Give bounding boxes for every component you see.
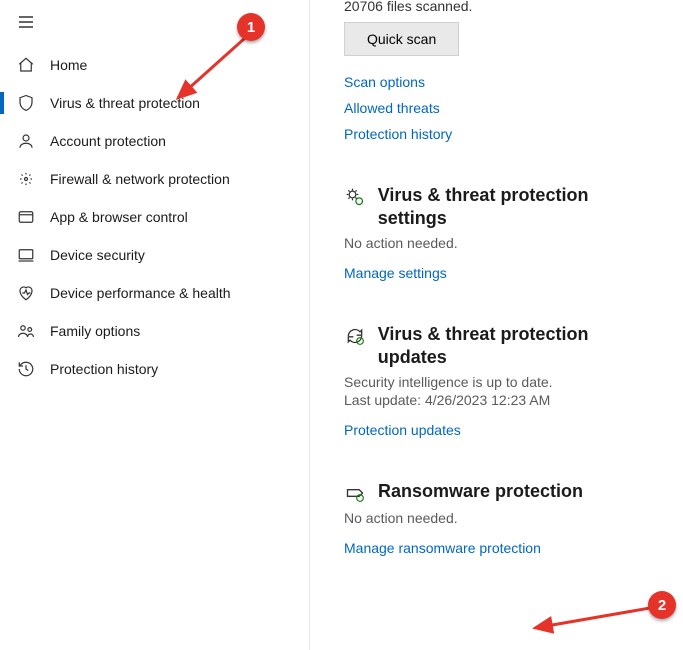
sidebar-item-virus-threat[interactable]: Virus & threat protection [0, 84, 309, 122]
sidebar-item-label: Protection history [50, 361, 158, 377]
scan-options-link[interactable]: Scan options [344, 74, 659, 90]
sidebar-item-label: Account protection [50, 133, 166, 149]
browser-icon [16, 207, 36, 227]
protection-updates-link[interactable]: Protection updates [344, 422, 659, 438]
allowed-threats-link[interactable]: Allowed threats [344, 100, 659, 116]
sidebar-item-firewall[interactable]: Firewall & network protection [0, 160, 309, 198]
scan-status-text: 20706 files scanned. [344, 0, 659, 14]
family-icon [16, 321, 36, 341]
annotation-badge-2: 2 [648, 591, 676, 619]
settings-title: Virus & threat protection settings [378, 184, 659, 229]
sidebar-item-performance[interactable]: Device performance & health [0, 274, 309, 312]
sidebar-item-account[interactable]: Account protection [0, 122, 309, 160]
sidebar-item-label: App & browser control [50, 209, 188, 225]
account-icon [16, 131, 36, 151]
sidebar-item-history[interactable]: Protection history [0, 350, 309, 388]
hamburger-menu[interactable] [6, 6, 46, 38]
sidebar-item-device-security[interactable]: Device security [0, 236, 309, 274]
updates-section: Virus & threat protection updates Securi… [344, 323, 659, 438]
home-icon [16, 55, 36, 75]
sidebar-item-label: Home [50, 57, 87, 73]
ransomware-status: No action needed. [344, 510, 659, 526]
updates-icon [344, 325, 366, 347]
sidebar-item-label: Family options [50, 323, 140, 339]
settings-icon [344, 186, 366, 208]
ransomware-icon [344, 482, 366, 504]
sidebar: Home Virus & threat protection Account p… [0, 0, 310, 650]
updates-last-update: Last update: 4/26/2023 12:23 AM [344, 392, 659, 408]
history-icon [16, 359, 36, 379]
content-pane: 20706 files scanned. Quick scan Scan opt… [310, 0, 683, 650]
protection-history-link[interactable]: Protection history [344, 126, 659, 142]
device-icon [16, 245, 36, 265]
updates-status: Security intelligence is up to date. [344, 374, 659, 390]
sidebar-item-home[interactable]: Home [0, 46, 309, 84]
ransomware-section: Ransomware protection No action needed. … [344, 480, 659, 556]
health-icon [16, 283, 36, 303]
sidebar-item-label: Virus & threat protection [50, 95, 200, 111]
updates-title: Virus & threat protection updates [378, 323, 659, 368]
settings-section: Virus & threat protection settings No ac… [344, 184, 659, 281]
manage-settings-link[interactable]: Manage settings [344, 265, 659, 281]
sidebar-item-label: Firewall & network protection [50, 171, 230, 187]
manage-ransomware-link[interactable]: Manage ransomware protection [344, 540, 659, 556]
ransomware-title: Ransomware protection [378, 480, 583, 503]
annotation-badge-1: 1 [237, 13, 265, 41]
firewall-icon [16, 169, 36, 189]
sidebar-item-family[interactable]: Family options [0, 312, 309, 350]
sidebar-item-label: Device performance & health [50, 285, 231, 301]
quick-scan-button[interactable]: Quick scan [344, 22, 459, 56]
shield-icon [16, 93, 36, 113]
hamburger-icon [18, 15, 34, 29]
sidebar-item-app-browser[interactable]: App & browser control [0, 198, 309, 236]
sidebar-item-label: Device security [50, 247, 145, 263]
settings-status: No action needed. [344, 235, 659, 251]
